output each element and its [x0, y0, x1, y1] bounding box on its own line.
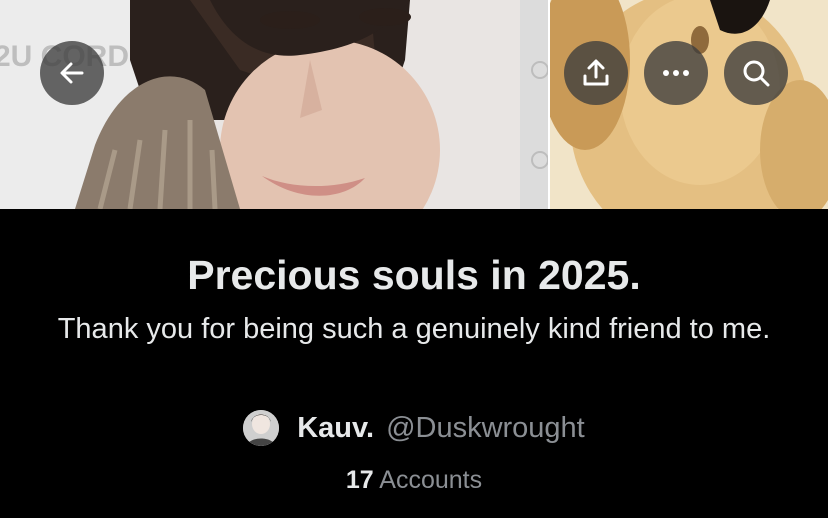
search-icon — [743, 60, 770, 87]
person-portrait-photo: 2U CORD — [0, 0, 548, 209]
list-banner: 2U CORD — [0, 0, 828, 209]
member-count-label: Accounts — [379, 466, 483, 494]
search-button[interactable] — [724, 41, 788, 105]
back-button[interactable] — [40, 41, 104, 105]
more-icon — [663, 70, 689, 76]
owner-avatar-image — [243, 410, 280, 446]
arrow-left-icon — [60, 62, 84, 84]
share-button[interactable] — [564, 41, 628, 105]
owner-handle[interactable]: @Duskwrought — [386, 412, 585, 445]
owner-display-name[interactable]: Kauv. — [297, 412, 374, 445]
list-info-panel: Precious souls in 2025. Thank you for be… — [0, 209, 828, 518]
member-count[interactable]: 17 Accounts — [0, 466, 828, 495]
list-owner[interactable]: Kauv. @Duskwrought — [0, 409, 828, 447]
list-description: Thank you for being such a genuinely kin… — [57, 313, 771, 345]
share-icon — [583, 59, 609, 86]
avatar[interactable] — [243, 410, 280, 446]
member-count-number: 17 — [345, 466, 374, 494]
more-button[interactable] — [644, 41, 708, 105]
list-title: Precious souls in 2025. — [187, 252, 641, 298]
